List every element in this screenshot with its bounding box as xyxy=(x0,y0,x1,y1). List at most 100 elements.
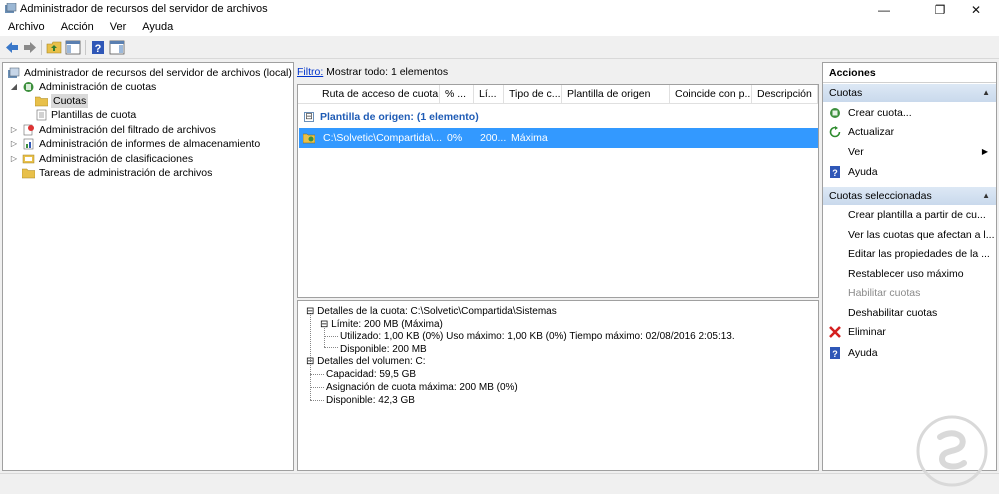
collapse-section-icon[interactable]: ▲ xyxy=(982,187,990,205)
limit-line: ⊟ Límite: 200 MB (Máxima) xyxy=(320,319,443,330)
menu-ayuda[interactable]: Ayuda xyxy=(134,19,181,36)
delete-icon xyxy=(829,326,841,338)
max-assignment-line: Asignación de cuota máxima: 200 MB (0%) xyxy=(326,382,518,393)
create-quota-icon xyxy=(830,108,840,118)
column-header[interactable]: % ... xyxy=(440,85,474,103)
action-view-affecting-quotas[interactable]: Ver las cuotas que afectan a l... xyxy=(823,225,996,245)
show-hide-tree-icon[interactable] xyxy=(65,40,81,55)
section-label: Cuotas seleccionadas xyxy=(829,190,932,202)
actions-section-quotas[interactable]: Cuotas ▲ xyxy=(823,84,996,102)
collapse-icon[interactable]: ⊟ xyxy=(306,306,317,317)
action-view[interactable]: Ver ▶ xyxy=(823,142,996,162)
actions-pane: Acciones Cuotas ▲ Crear cuota... Actuali… xyxy=(822,62,997,471)
actions-section-selected-quotas[interactable]: Cuotas seleccionadas ▲ xyxy=(823,187,996,205)
toolbar: ? xyxy=(0,37,999,59)
app-icon xyxy=(5,3,17,13)
column-header[interactable]: Descripción xyxy=(752,85,818,103)
tree-item-quota-admin[interactable]: ◢ Administración de cuotas xyxy=(9,80,289,94)
restore-icon: ❐ xyxy=(934,2,946,17)
menu-ver[interactable]: Ver xyxy=(102,19,135,36)
help-icon[interactable]: ? xyxy=(90,40,106,55)
show-hide-actions-icon[interactable] xyxy=(109,40,125,55)
tree-item-label: Administración de informes de almacenami… xyxy=(39,138,261,150)
used-line: Utilizado: 1,00 KB (0%) Uso máximo: 1,00… xyxy=(340,331,735,342)
tree-item-label: Administración de clasificaciones xyxy=(39,153,194,165)
tree-item-classification[interactable]: ▷ Administración de clasificaciones xyxy=(9,152,289,166)
tree-item-label: Administrador de recursos del servidor d… xyxy=(24,67,292,79)
svg-text:?: ? xyxy=(95,43,102,55)
tree-item-quota-templates[interactable]: Plantillas de cuota xyxy=(35,108,285,122)
filter-link[interactable]: Filtro: xyxy=(297,66,323,78)
collapse-section-icon[interactable]: ▲ xyxy=(982,84,990,102)
tree-item-root[interactable]: Administrador de recursos del servidor d… xyxy=(7,66,293,80)
submenu-arrow-icon: ▶ xyxy=(981,147,988,156)
tree-connector xyxy=(324,328,325,347)
tree-item-label: Plantillas de cuota xyxy=(51,109,137,121)
group-header[interactable]: ⊟ Plantilla de origen: (1 elemento) xyxy=(304,111,479,123)
tree-connector xyxy=(324,336,338,337)
filter-text: Mostrar todo: 1 elementos xyxy=(326,66,449,78)
cell-path: C:\Solvetic\Compartida\... xyxy=(323,132,443,144)
close-button[interactable]: ✕ xyxy=(953,0,999,19)
action-reset-peak[interactable]: Restablecer uso máximo xyxy=(823,264,996,284)
tree-item-storage-reports[interactable]: ▷ Administración de informes de almacena… xyxy=(9,137,289,151)
menu-accion[interactable]: Acción xyxy=(53,19,102,36)
available-quota-line: Disponible: 200 MB xyxy=(340,344,427,355)
action-delete[interactable]: Eliminar xyxy=(823,322,996,342)
watermark-logo xyxy=(916,415,988,487)
tree-connector xyxy=(324,347,338,348)
minimize-button[interactable]: — xyxy=(861,0,907,19)
tree-connector xyxy=(310,374,324,375)
action-enable-quotas: Habilitar cuotas xyxy=(848,287,921,299)
svg-text:?: ? xyxy=(832,349,838,359)
quota-list: Ruta de acceso de cuota % ... Lí... Tipo… xyxy=(297,84,819,298)
classification-icon xyxy=(22,154,35,164)
collapse-icon[interactable]: ⊟ xyxy=(320,319,331,330)
column-header[interactable]: Coincide con p... xyxy=(670,85,752,103)
tree-item-quotas[interactable]: Cuotas xyxy=(35,94,285,108)
forward-icon[interactable] xyxy=(22,40,38,55)
action-refresh[interactable]: Actualizar xyxy=(823,122,996,142)
tree-item-file-screening[interactable]: ▷ Administración del filtrado de archivo… xyxy=(9,123,289,137)
details-pane: ⊟ Detalles de la cuota: C:\Solvetic\Comp… xyxy=(297,300,819,471)
action-create-template[interactable]: Crear plantilla a partir de cu... xyxy=(823,205,996,225)
navigation-tree: Administrador de recursos del servidor d… xyxy=(2,62,294,471)
help-icon: ? xyxy=(830,347,840,359)
actions-header: Acciones xyxy=(823,63,996,83)
storage-reports-icon xyxy=(23,138,34,150)
cell-type: Máxima xyxy=(511,132,548,144)
svg-text:?: ? xyxy=(832,168,838,178)
close-icon: ✕ xyxy=(970,2,982,17)
expand-arrow-icon[interactable]: ▷ xyxy=(9,152,19,166)
back-icon[interactable] xyxy=(4,40,20,55)
file-tasks-icon xyxy=(22,168,35,179)
up-folder-icon[interactable] xyxy=(46,40,62,55)
action-edit-properties[interactable]: Editar las propiedades de la ... xyxy=(823,244,996,264)
help-icon: ? xyxy=(830,166,840,178)
title-bar: Administrador de recursos del servidor d… xyxy=(0,0,999,19)
status-bar xyxy=(0,473,999,494)
column-header[interactable]: Ruta de acceso de cuota xyxy=(318,85,440,103)
action-help-selected[interactable]: ? Ayuda xyxy=(823,343,996,363)
collapse-arrow-icon[interactable]: ◢ xyxy=(9,80,19,94)
action-disable-quotas[interactable]: Deshabilitar cuotas xyxy=(823,303,996,323)
column-header[interactable]: Lí... xyxy=(474,85,504,103)
quota-details: ⊟ Detalles de la cuota: C:\Solvetic\Comp… xyxy=(306,306,557,317)
available-volume-line: Disponible: 42,3 GB xyxy=(326,395,415,406)
expand-arrow-icon[interactable]: ▷ xyxy=(9,123,19,137)
menu-bar: Archivo Acción Ver Ayuda xyxy=(0,19,999,36)
collapse-icon[interactable]: ⊟ xyxy=(306,356,317,367)
expand-arrow-icon[interactable]: ▷ xyxy=(9,137,19,151)
folder-icon xyxy=(35,96,48,107)
tree-item-label: Administración del filtrado de archivos xyxy=(39,124,216,136)
action-create-quota[interactable]: Crear cuota... xyxy=(823,103,996,123)
column-header[interactable]: Plantilla de origen xyxy=(562,85,670,103)
tree-item-file-tasks[interactable]: Tareas de administración de archivos xyxy=(22,166,292,180)
section-label: Cuotas xyxy=(829,87,863,99)
refresh-icon xyxy=(829,126,841,138)
menu-archivo[interactable]: Archivo xyxy=(0,19,53,36)
action-help[interactable]: ? Ayuda xyxy=(823,162,996,182)
collapse-group-icon[interactable]: ⊟ xyxy=(304,112,314,123)
column-header[interactable]: Tipo de c... xyxy=(504,85,562,103)
table-row[interactable]: C:\Solvetic\Compartida\... 0% 200... Máx… xyxy=(299,128,818,148)
